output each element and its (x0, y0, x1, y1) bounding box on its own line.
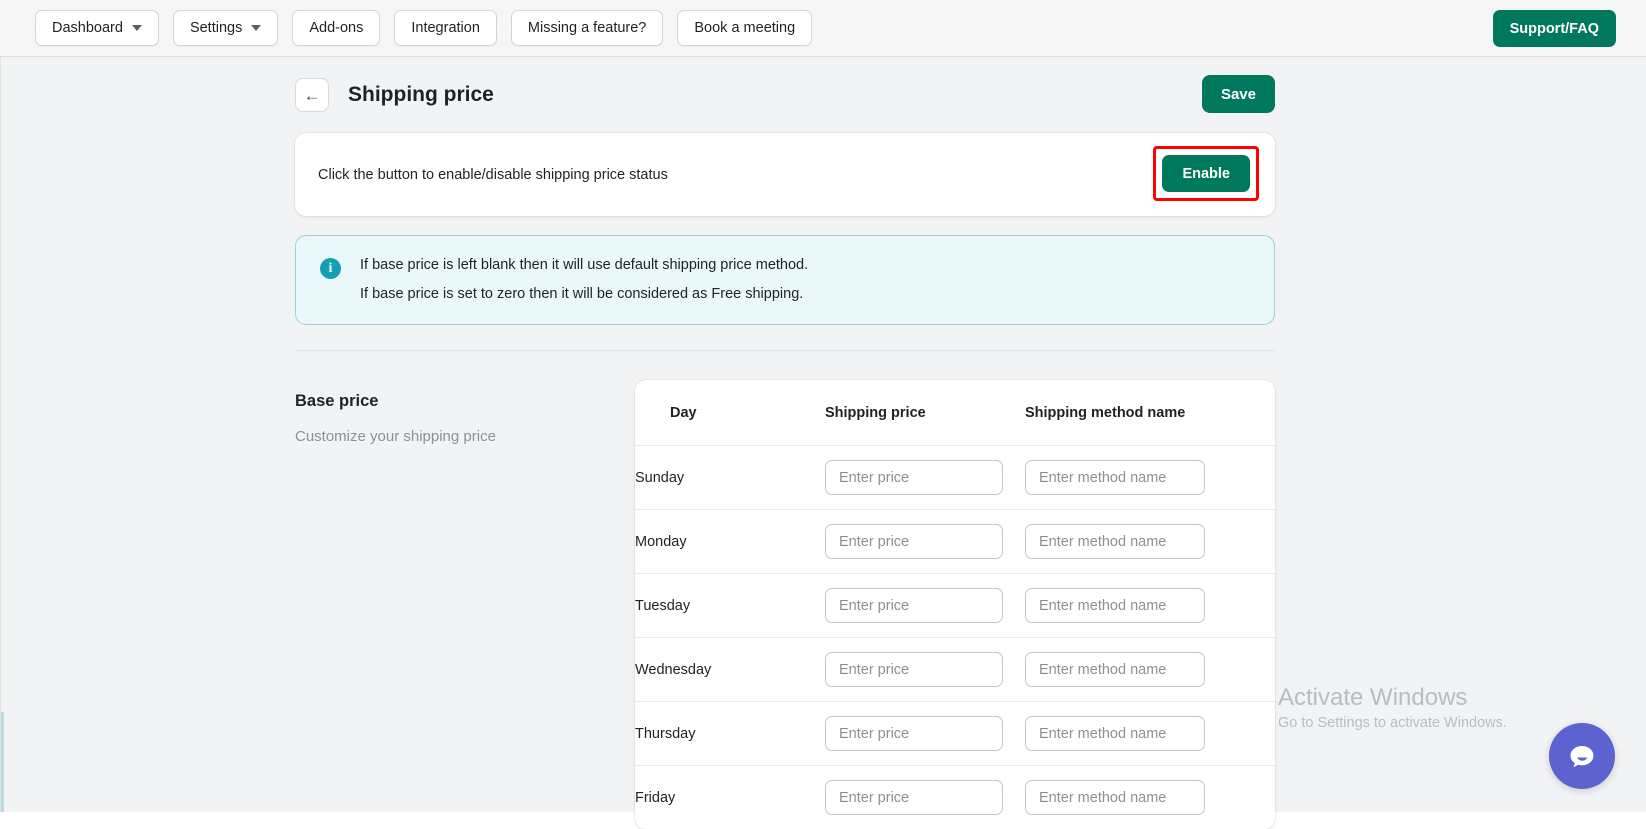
nav-button-settings[interactable]: Settings (173, 10, 278, 46)
table-body: Sunday Monday (635, 446, 1275, 829)
support-faq-label: Support/FAQ (1510, 21, 1599, 37)
table-row: Sunday (635, 446, 1275, 510)
page-header: ← Shipping price Save (295, 57, 1275, 133)
chat-bubble-icon (1567, 741, 1597, 771)
price-input-wednesday[interactable] (825, 652, 1003, 687)
price-cell-thursday (825, 702, 1025, 766)
day-label-thursday: Thursday (635, 702, 825, 766)
info-line-2: If base price is set to zero then it wil… (360, 286, 808, 302)
table-head: Day Shipping price Shipping method name (635, 380, 1275, 446)
price-cell-tuesday (825, 574, 1025, 638)
top-navigation-bar: Dashboard Settings Add-ons Integration M… (0, 0, 1646, 57)
table-row: Thursday (635, 702, 1275, 766)
method-cell-thursday (1025, 702, 1275, 766)
base-price-subtitle: Customize your shipping price (295, 428, 635, 445)
base-price-section: Base price Customize your shipping price… (295, 380, 1275, 829)
nav-button-book-a-meeting[interactable]: Book a meeting (677, 10, 812, 46)
back-arrow-icon[interactable]: ← (295, 78, 329, 112)
price-input-monday[interactable] (825, 524, 1003, 559)
nav-button-missing-a-feature[interactable]: Missing a feature? (511, 10, 663, 46)
shipping-status-card: Click the button to enable/disable shipp… (295, 133, 1275, 216)
price-input-thursday[interactable] (825, 716, 1003, 751)
method-input-tuesday[interactable] (1025, 588, 1205, 623)
day-label-sunday: Sunday (635, 446, 825, 510)
nav-label-missing-a-feature: Missing a feature? (528, 20, 646, 36)
base-price-title: Base price (295, 392, 635, 411)
chevron-down-icon (251, 25, 261, 31)
method-cell-tuesday (1025, 574, 1275, 638)
nav-button-add-ons[interactable]: Add-ons (292, 10, 380, 46)
enable-button[interactable]: Enable (1162, 155, 1250, 192)
support-faq-button[interactable]: Support/FAQ (1493, 10, 1616, 47)
base-price-text-column: Base price Customize your shipping price (295, 380, 635, 445)
table-header-row: Day Shipping price Shipping method name (635, 380, 1275, 446)
page-title: Shipping price (348, 83, 494, 107)
left-edge-accent (1, 712, 4, 812)
table-row: Tuesday (635, 574, 1275, 638)
day-label-monday: Monday (635, 510, 825, 574)
method-cell-monday (1025, 510, 1275, 574)
nav-label-add-ons: Add-ons (309, 20, 363, 36)
page-body: ← Shipping price Save Click the button t… (0, 57, 1646, 812)
info-line-1: If base price is left blank then it will… (360, 257, 808, 273)
column-header-day: Day (635, 380, 825, 446)
page-content: ← Shipping price Save Click the button t… (295, 57, 1275, 829)
nav-button-integration[interactable]: Integration (394, 10, 497, 46)
back-arrow-glyph: ← (304, 87, 321, 104)
section-divider (295, 350, 1275, 351)
enable-button-highlight: Enable (1153, 146, 1259, 201)
price-cell-wednesday (825, 638, 1025, 702)
method-input-thursday[interactable] (1025, 716, 1205, 751)
nav-label-dashboard: Dashboard (52, 20, 123, 36)
price-input-sunday[interactable] (825, 460, 1003, 495)
nav-label-book-a-meeting: Book a meeting (694, 20, 795, 36)
day-label-friday: Friday (635, 766, 825, 829)
info-banner: i If base price is left blank then it wi… (295, 235, 1275, 325)
price-cell-friday (825, 766, 1025, 829)
price-cell-monday (825, 510, 1025, 574)
nav-label-settings: Settings (190, 20, 242, 36)
column-header-shipping-price: Shipping price (825, 380, 1025, 446)
method-input-sunday[interactable] (1025, 460, 1205, 495)
nav-label-integration: Integration (411, 20, 480, 36)
nav-button-dashboard[interactable]: Dashboard (35, 10, 159, 46)
shipping-price-table-card: Day Shipping price Shipping method name … (635, 380, 1275, 829)
method-input-friday[interactable] (1025, 780, 1205, 815)
chevron-down-icon (132, 25, 142, 31)
column-header-shipping-method-name: Shipping method name (1025, 380, 1275, 446)
watermark-title: Activate Windows (1278, 684, 1507, 712)
method-cell-friday (1025, 766, 1275, 829)
day-label-wednesday: Wednesday (635, 638, 825, 702)
chat-widget-button[interactable] (1549, 723, 1615, 789)
enable-button-label: Enable (1182, 166, 1230, 182)
windows-activation-watermark: Activate Windows Go to Settings to activ… (1278, 684, 1507, 731)
day-label-tuesday: Tuesday (635, 574, 825, 638)
shipping-status-description: Click the button to enable/disable shipp… (318, 167, 668, 183)
save-button[interactable]: Save (1202, 75, 1275, 113)
info-icon: i (320, 258, 341, 279)
table-row: Friday (635, 766, 1275, 829)
price-input-tuesday[interactable] (825, 588, 1003, 623)
table-row: Wednesday (635, 638, 1275, 702)
price-cell-sunday (825, 446, 1025, 510)
price-input-friday[interactable] (825, 780, 1003, 815)
top-nav-button-group: Dashboard Settings Add-ons Integration M… (35, 10, 812, 46)
method-cell-sunday (1025, 446, 1275, 510)
save-button-label: Save (1221, 86, 1256, 103)
info-banner-lines: If base price is left blank then it will… (360, 257, 808, 302)
shipping-price-table: Day Shipping price Shipping method name … (635, 380, 1275, 829)
info-icon-glyph: i (329, 261, 333, 277)
table-row: Monday (635, 510, 1275, 574)
method-input-wednesday[interactable] (1025, 652, 1205, 687)
method-input-monday[interactable] (1025, 524, 1205, 559)
method-cell-wednesday (1025, 638, 1275, 702)
watermark-subtitle: Go to Settings to activate Windows. (1278, 715, 1507, 731)
